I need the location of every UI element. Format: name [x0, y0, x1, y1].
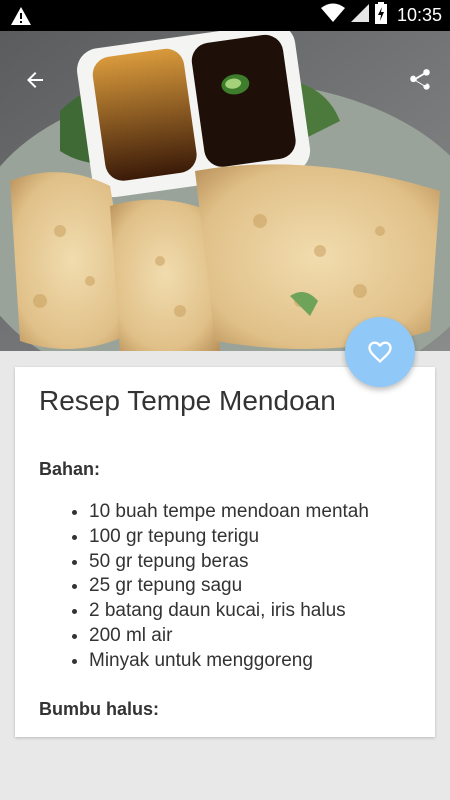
- recipe-photo: [0, 31, 450, 351]
- arrow-back-icon: [27, 72, 43, 88]
- recipe-card: Resep Tempe Mendoan Bahan: 10 buah tempe…: [15, 367, 435, 737]
- share-button[interactable]: [407, 67, 433, 93]
- list-item: 200 ml air: [89, 624, 369, 649]
- bumbu-heading: Bumbu halus:: [39, 699, 159, 719]
- list-item: 100 gr tepung terigu: [89, 525, 369, 550]
- battery-charging-icon: [374, 2, 387, 29]
- heart-outline-icon: [368, 341, 392, 363]
- share-icon: [410, 69, 430, 90]
- favorite-button[interactable]: [345, 317, 415, 387]
- bahan-heading: Bahan:: [39, 459, 101, 479]
- status-time: 10:35: [396, 5, 442, 25]
- tempe-mendoan-photo: [0, 31, 450, 351]
- recipe-title: Resep Tempe Mendoan: [39, 385, 336, 416]
- list-item: 2 batang daun kucai, iris halus: [89, 599, 369, 624]
- status-bar: 10:35: [0, 0, 450, 31]
- warning-icon: [10, 6, 32, 31]
- back-button[interactable]: [22, 67, 48, 93]
- list-item: 10 buah tempe mendoan mentah: [89, 500, 369, 525]
- ingredient-list: 10 buah tempe mendoan mentah 100 gr tepu…: [65, 500, 369, 674]
- signal-icon: [350, 3, 369, 28]
- list-item: 50 gr tepung beras: [89, 550, 369, 575]
- wifi-icon: [320, 3, 345, 28]
- list-item: 25 gr tepung sagu: [89, 574, 369, 599]
- list-item: Minyak untuk menggoreng: [89, 649, 369, 674]
